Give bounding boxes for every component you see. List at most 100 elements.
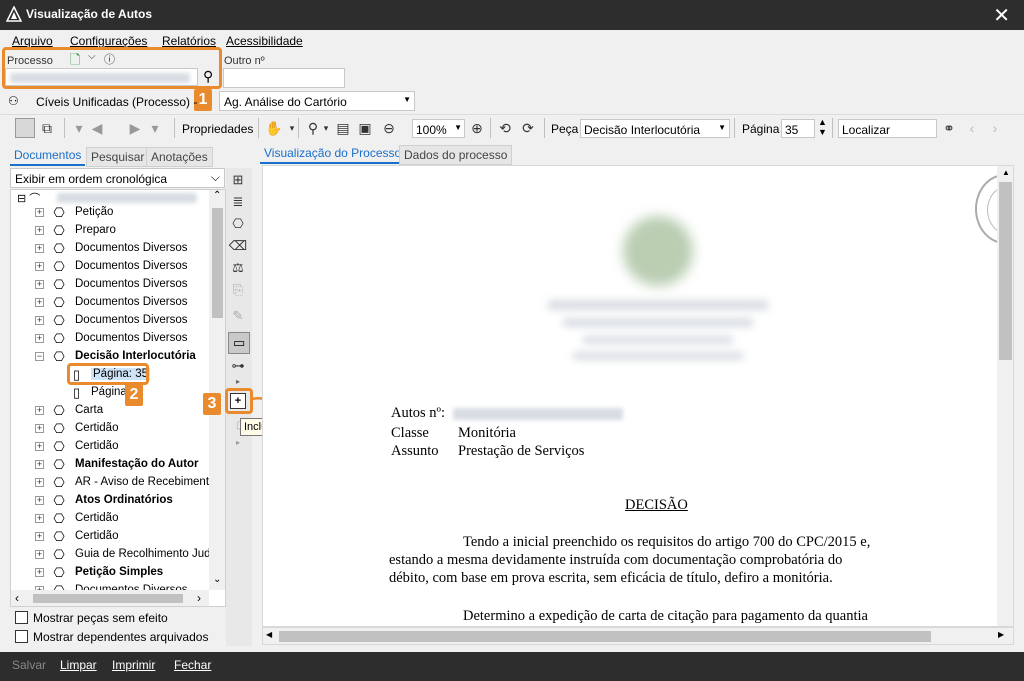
tree-item-b9[interactable]: + ⎔ Petição Simples — [11, 564, 206, 582]
info-icon[interactable]: ⓘ — [104, 51, 115, 67]
expand-icon[interactable]: + — [35, 334, 44, 343]
tree-horizontal-scrollbar[interactable]: ‹ › — [11, 590, 209, 606]
chevron-right-icon[interactable]: › — [197, 591, 201, 605]
remove-document-icon[interactable]: ⌫ — [228, 236, 248, 256]
expand-icon[interactable]: + — [35, 208, 44, 217]
hierarchy-list-icon[interactable]: ⊶ — [228, 356, 248, 376]
tree-item-5[interactable]: + ⎔ Documentos Diversos — [11, 294, 206, 312]
expand-icon[interactable]: − — [35, 352, 44, 361]
dual-page-icon[interactable]: ⧉ — [38, 119, 56, 137]
save-button[interactable]: Salvar — [12, 658, 46, 672]
tree-page-1[interactable]: ▯ Página — [11, 384, 206, 402]
page-number-input[interactable]: 35 — [781, 119, 815, 138]
chevron-left-icon[interactable]: ‹ — [15, 591, 19, 605]
hand-tool-icon[interactable]: ✋ — [265, 119, 283, 137]
tree-item-b4[interactable]: + ⎔ AR - Aviso de Recebimento — [11, 474, 215, 492]
copy-icon[interactable]: ⎘ — [228, 280, 248, 300]
status-select[interactable]: Ag. Análise do Cartório ▼ — [219, 91, 415, 111]
expand-icon[interactable]: + — [35, 280, 44, 289]
expand-icon[interactable]: + — [35, 532, 44, 541]
tab-anotacoes[interactable]: Anotações — [146, 147, 213, 167]
expand-icon[interactable]: + — [35, 226, 44, 235]
tree-item-b0[interactable]: + ⎔ Carta — [11, 402, 206, 420]
close-icon[interactable]: ✕ — [993, 3, 1010, 28]
add-note-icon[interactable]: + — [230, 393, 246, 409]
rotate-left-icon[interactable]: ⟲ — [496, 119, 514, 137]
certificate-icon[interactable]: ⎔ — [228, 214, 248, 234]
tree-item-2[interactable]: + ⎔ Documentos Diversos — [11, 240, 206, 258]
chevron-right-icon[interactable]: ▶ — [998, 630, 1004, 639]
next-result-icon[interactable]: › — [986, 119, 1004, 137]
tab-dados-processo[interactable]: Dados do processo — [399, 145, 513, 165]
single-page-icon[interactable] — [15, 118, 35, 138]
page-stepper-icon[interactable]: ▲ ▼ — [818, 117, 827, 137]
viewer-horizontal-scrollbar[interactable]: ◀ ▶ — [262, 627, 1014, 645]
dropdown-icon[interactable]: ▾ — [70, 119, 88, 137]
expand-icon[interactable]: + — [35, 406, 44, 415]
tree-item-b2[interactable]: + ⎔ Certidão — [11, 438, 206, 456]
chevron-up-icon[interactable]: ▲ — [1002, 168, 1010, 177]
zoom-out-icon[interactable]: ⊖ — [380, 119, 398, 137]
tree-item-1[interactable]: + ⎔ Preparo — [11, 222, 206, 240]
tree-item-4[interactable]: + ⎔ Documentos Diversos — [11, 276, 206, 294]
expand-icon[interactable]: + — [35, 424, 44, 433]
tab-visualizacao[interactable]: Visualização do Processo — [260, 144, 406, 164]
expand-icon[interactable]: + — [35, 550, 44, 559]
menu-configuracoes[interactable]: Configurações — [70, 34, 147, 48]
checkbox-show-archived[interactable] — [15, 630, 28, 643]
tree-item-3[interactable]: + ⎔ Documentos Diversos — [11, 258, 206, 276]
tree-item-6[interactable]: + ⎔ Documentos Diversos — [11, 312, 206, 330]
fit-page-icon[interactable]: ▣ — [356, 119, 374, 137]
document-viewer[interactable]: Autos nº: Classe Monitória Assunto Prest… — [262, 165, 1014, 627]
tree-item-0[interactable]: + ⎔ Petição — [11, 204, 206, 222]
checkbox-show-no-effect[interactable] — [15, 611, 28, 624]
search-text-input[interactable]: Localizar — [838, 119, 937, 138]
menu-acessibilidade[interactable]: Acessibilidade — [226, 34, 303, 48]
chevron-up-icon[interactable]: ⌃ — [213, 190, 221, 201]
menu-relatorios[interactable]: Relatórios — [162, 34, 216, 48]
expand-icon[interactable]: + — [35, 316, 44, 325]
expand-icon[interactable]: + — [35, 262, 44, 271]
tree-item-b5[interactable]: + ⎔ Atos Ordinatórios — [11, 492, 206, 510]
fit-width-icon[interactable]: ▤ — [334, 119, 352, 137]
expand-icon[interactable]: + — [35, 514, 44, 523]
tree-item-b6[interactable]: + ⎔ Certidão — [11, 510, 206, 528]
chevron-down-icon[interactable]: ⌵ — [88, 51, 96, 62]
order-select[interactable]: Exibir em ordem cronológica ⌵ — [10, 168, 225, 188]
expand-icon[interactable]: + — [35, 568, 44, 577]
piece-select[interactable]: Decisão Interlocutória ▼ — [580, 119, 730, 138]
dropdown-icon[interactable]: ▾ — [317, 119, 335, 137]
tree-item-b8[interactable]: + ⎔ Guia de Recolhimento Judi — [11, 546, 213, 564]
tree-item-b7[interactable]: + ⎔ Certidão — [11, 528, 206, 546]
zoom-in-icon[interactable]: ⊕ — [468, 119, 486, 137]
tree-structure-icon[interactable]: ⊞ — [228, 170, 248, 190]
clear-button[interactable]: Limpar — [60, 658, 97, 672]
chevron-down-icon[interactable]: ⌄ — [213, 574, 221, 585]
close-button[interactable]: Fechar — [174, 658, 211, 672]
expand-icon[interactable]: + — [35, 442, 44, 451]
tab-documentos[interactable]: Documentos — [10, 146, 86, 166]
chevron-left-icon[interactable]: ◀ — [266, 630, 272, 639]
tree-item-b3[interactable]: + ⎔ Manifestação do Autor — [11, 456, 206, 474]
process-number-input[interactable] — [5, 68, 198, 86]
viewer-vertical-scrollbar[interactable]: ▲ — [997, 166, 1013, 626]
print-button[interactable]: Imprimir — [112, 658, 155, 672]
zoom-select[interactable]: 100% ▼ — [412, 119, 465, 138]
note-icon[interactable]: ▭ — [228, 332, 250, 354]
tree-item-7[interactable]: + ⎔ Documentos Diversos — [11, 330, 206, 348]
tab-pesquisar[interactable]: Pesquisar — [86, 147, 150, 167]
expand-icon[interactable]: + — [35, 460, 44, 469]
previous-result-icon[interactable]: ‹ — [963, 119, 981, 137]
expand-icon[interactable]: + — [35, 244, 44, 253]
properties-button[interactable]: Propriedades — [182, 122, 253, 136]
signature-icon[interactable]: ✎ — [228, 306, 248, 326]
tree-item-b1[interactable]: + ⎔ Certidão — [11, 420, 206, 438]
search-icon[interactable]: ⚲ — [203, 68, 213, 85]
expand-icon[interactable]: + — [35, 298, 44, 307]
menu-arquivo[interactable]: Arquivo — [12, 34, 53, 48]
rotate-right-icon[interactable]: ⟳ — [519, 119, 537, 137]
back-arrow-icon[interactable]: ◀ — [88, 119, 106, 137]
stack-icon[interactable]: ≣ — [228, 192, 248, 212]
binoculars-icon[interactable]: ⚭ — [940, 119, 958, 137]
expand-icon[interactable]: + — [35, 496, 44, 505]
